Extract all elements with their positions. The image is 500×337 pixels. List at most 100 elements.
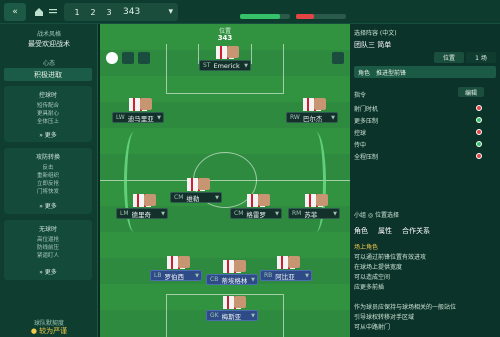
expand-icon[interactable] xyxy=(332,52,344,64)
instruction-item[interactable]: 传中 xyxy=(354,140,496,149)
player-card[interactable]: ST Emerick ▼ xyxy=(199,46,251,80)
player-detail-panel: 选择阵容 (中文) 团队三 简单 位置 1 场 角色 推进型前锋 指令 编辑 射门… xyxy=(350,24,500,337)
player-card[interactable]: LM 德里奇 ▼ xyxy=(116,194,168,228)
position: CB xyxy=(210,276,219,283)
tab-relationships[interactable]: 合作关系 xyxy=(402,227,430,235)
desc-line: 可从中路射门 xyxy=(354,324,391,331)
mentality-select[interactable]: 积极进取 xyxy=(4,68,92,81)
player-name: 迪马里亚 xyxy=(127,114,154,123)
instruction-item[interactable]: 全程压制 xyxy=(354,152,496,161)
role-select[interactable]: 角色 推进型前锋 xyxy=(354,66,496,78)
desc-line: 应更多前插 xyxy=(354,284,385,291)
instruction-item[interactable]: 更多压制 xyxy=(354,116,496,125)
out-possession-line: 高位逼抢 xyxy=(36,237,59,243)
panel-title: 选择阵容 (中文) xyxy=(354,30,397,37)
detail-tabs[interactable]: 角色 属性 合作关系 xyxy=(354,226,496,236)
player-name: 蒂埃格林 xyxy=(221,276,248,285)
in-possession-more-button[interactable]: » 更多 xyxy=(4,130,92,139)
player-name: 德里奇 xyxy=(131,210,152,219)
player-plate: CM 维勒 ▼ xyxy=(170,192,222,203)
in-transition-line: 反击 xyxy=(42,165,54,171)
remove-icon[interactable] xyxy=(476,129,482,135)
edit-button[interactable]: 编辑 xyxy=(458,87,484,97)
in-transition-more-button[interactable]: » 更多 xyxy=(4,201,92,210)
avatar xyxy=(316,194,328,206)
avatar xyxy=(288,256,300,268)
back-button[interactable]: « xyxy=(4,3,26,21)
tactic-tab-3[interactable]: 3 xyxy=(102,5,116,19)
player-name: 巴尔杰 xyxy=(302,114,323,123)
mentality-label: 心态 xyxy=(42,60,55,67)
settings-icon[interactable] xyxy=(138,52,150,64)
tab-position[interactable]: 位置 xyxy=(434,52,464,63)
player-plate: LB 罗伯西 ▼ xyxy=(150,270,202,281)
home-icon[interactable] xyxy=(32,3,46,21)
instruction-item[interactable]: 射门时机 xyxy=(354,104,496,113)
avatar xyxy=(234,296,246,308)
scout-label: 小组 ◎ 位置选择 xyxy=(354,212,400,219)
style-value[interactable]: 最受欢迎战术 xyxy=(0,39,98,49)
player-card[interactable]: RM 苏菲 ▼ xyxy=(288,194,340,228)
in-transition-title: 攻防转换 xyxy=(35,154,60,161)
player-name: Emerick xyxy=(213,61,240,70)
tab-match[interactable]: 1 场 xyxy=(466,52,496,63)
pitch-formation: 343 xyxy=(217,34,233,42)
out-possession-line: 防线前压 xyxy=(36,245,59,251)
out-possession-card[interactable]: 无球时 高位逼抢 防线前压 紧逼盯人 » 更多 xyxy=(4,220,92,280)
menu-icon[interactable] xyxy=(48,3,58,21)
position: CM xyxy=(234,210,244,217)
player-card[interactable]: RW 巴尔杰 ▼ xyxy=(286,98,338,132)
avatar xyxy=(227,46,239,58)
out-possession-more-button[interactable]: » 更多 xyxy=(4,267,92,276)
player-plate: ST Emerick ▼ xyxy=(199,60,251,71)
tactic-tab-1[interactable]: 1 xyxy=(70,5,84,19)
in-transition-line: 重新组织 xyxy=(36,173,59,179)
player-card[interactable]: RB 阿比亚 ▼ xyxy=(260,256,312,290)
in-transition-line: 门将快发 xyxy=(36,189,59,195)
tactic-tab-2[interactable]: 2 xyxy=(86,5,100,19)
player-plate: RB 阿比亚 ▼ xyxy=(260,270,312,281)
add-icon[interactable] xyxy=(476,141,482,147)
desc-line: 作为球员应保持与球场相关的一般站位 xyxy=(354,304,457,311)
stamina-bar xyxy=(296,14,346,19)
add-icon[interactable] xyxy=(476,117,482,123)
in-transition-card[interactable]: 攻防转换 反击 重新组织 立即反抢 门将快发 » 更多 xyxy=(4,148,92,214)
in-possession-card[interactable]: 控球时 短传配合 更具耐心 全体压上 » 更多 xyxy=(4,86,92,142)
info-icon[interactable] xyxy=(106,52,118,64)
avatar xyxy=(144,194,156,206)
player-plate: RM 苏菲 ▼ xyxy=(288,208,340,219)
player-card[interactable]: GK 梅斯亚 ▼ xyxy=(206,296,258,330)
tab-role[interactable]: 角色 xyxy=(354,227,368,235)
out-possession-line: 紧逼盯人 xyxy=(36,253,59,259)
style-label: 战术风格 xyxy=(36,31,61,38)
remove-icon[interactable] xyxy=(476,105,482,111)
remove-icon[interactable] xyxy=(476,153,482,159)
chevron-down-icon: ▼ xyxy=(157,114,161,121)
player-plate: GK 梅斯亚 ▼ xyxy=(206,310,258,321)
team-name[interactable]: 团队三 简单 xyxy=(354,40,496,50)
position: GK xyxy=(210,312,219,319)
grid-icon[interactable] xyxy=(122,52,134,64)
tab-attributes[interactable]: 属性 xyxy=(378,227,392,235)
desc-line: 在球场上提供宽度 xyxy=(354,264,403,271)
player-name: 罗伯西 xyxy=(164,272,184,281)
player-card[interactable]: LW 迪马里亚 ▼ xyxy=(112,98,164,132)
desc-line: 场上角色 xyxy=(354,244,379,251)
in-possession-line: 短传配合 xyxy=(36,103,59,109)
player-plate: CM 格雷罗 ▼ xyxy=(230,208,282,219)
avatar xyxy=(314,98,326,110)
player-card[interactable]: LB 罗伯西 ▼ xyxy=(150,256,202,290)
position: RM xyxy=(292,210,302,217)
player-name: 格雷罗 xyxy=(246,210,266,219)
player-plate: LW 迪马里亚 ▼ xyxy=(112,112,164,123)
player-card[interactable]: CM 格雷罗 ▼ xyxy=(230,194,282,228)
pitch: 位置 343 ST Emerick ▼ LW 迪马里亚 ▼ RW 巴尔杰 ▼ LM 德里奇 ▼ … xyxy=(100,24,350,337)
player-card[interactable]: CM 维勒 ▼ xyxy=(170,178,222,212)
position: RW xyxy=(290,114,300,121)
player-card[interactable]: CB 蒂埃格林 ▼ xyxy=(206,260,258,294)
formation-dropdown[interactable]: 343 ▾ xyxy=(118,3,178,21)
instruction-item[interactable]: 控球 xyxy=(354,128,496,137)
in-possession-title: 控球时 xyxy=(38,92,57,99)
mentality-value: 积极进取 xyxy=(34,70,62,79)
player-name: 阿比亚 xyxy=(275,272,295,281)
